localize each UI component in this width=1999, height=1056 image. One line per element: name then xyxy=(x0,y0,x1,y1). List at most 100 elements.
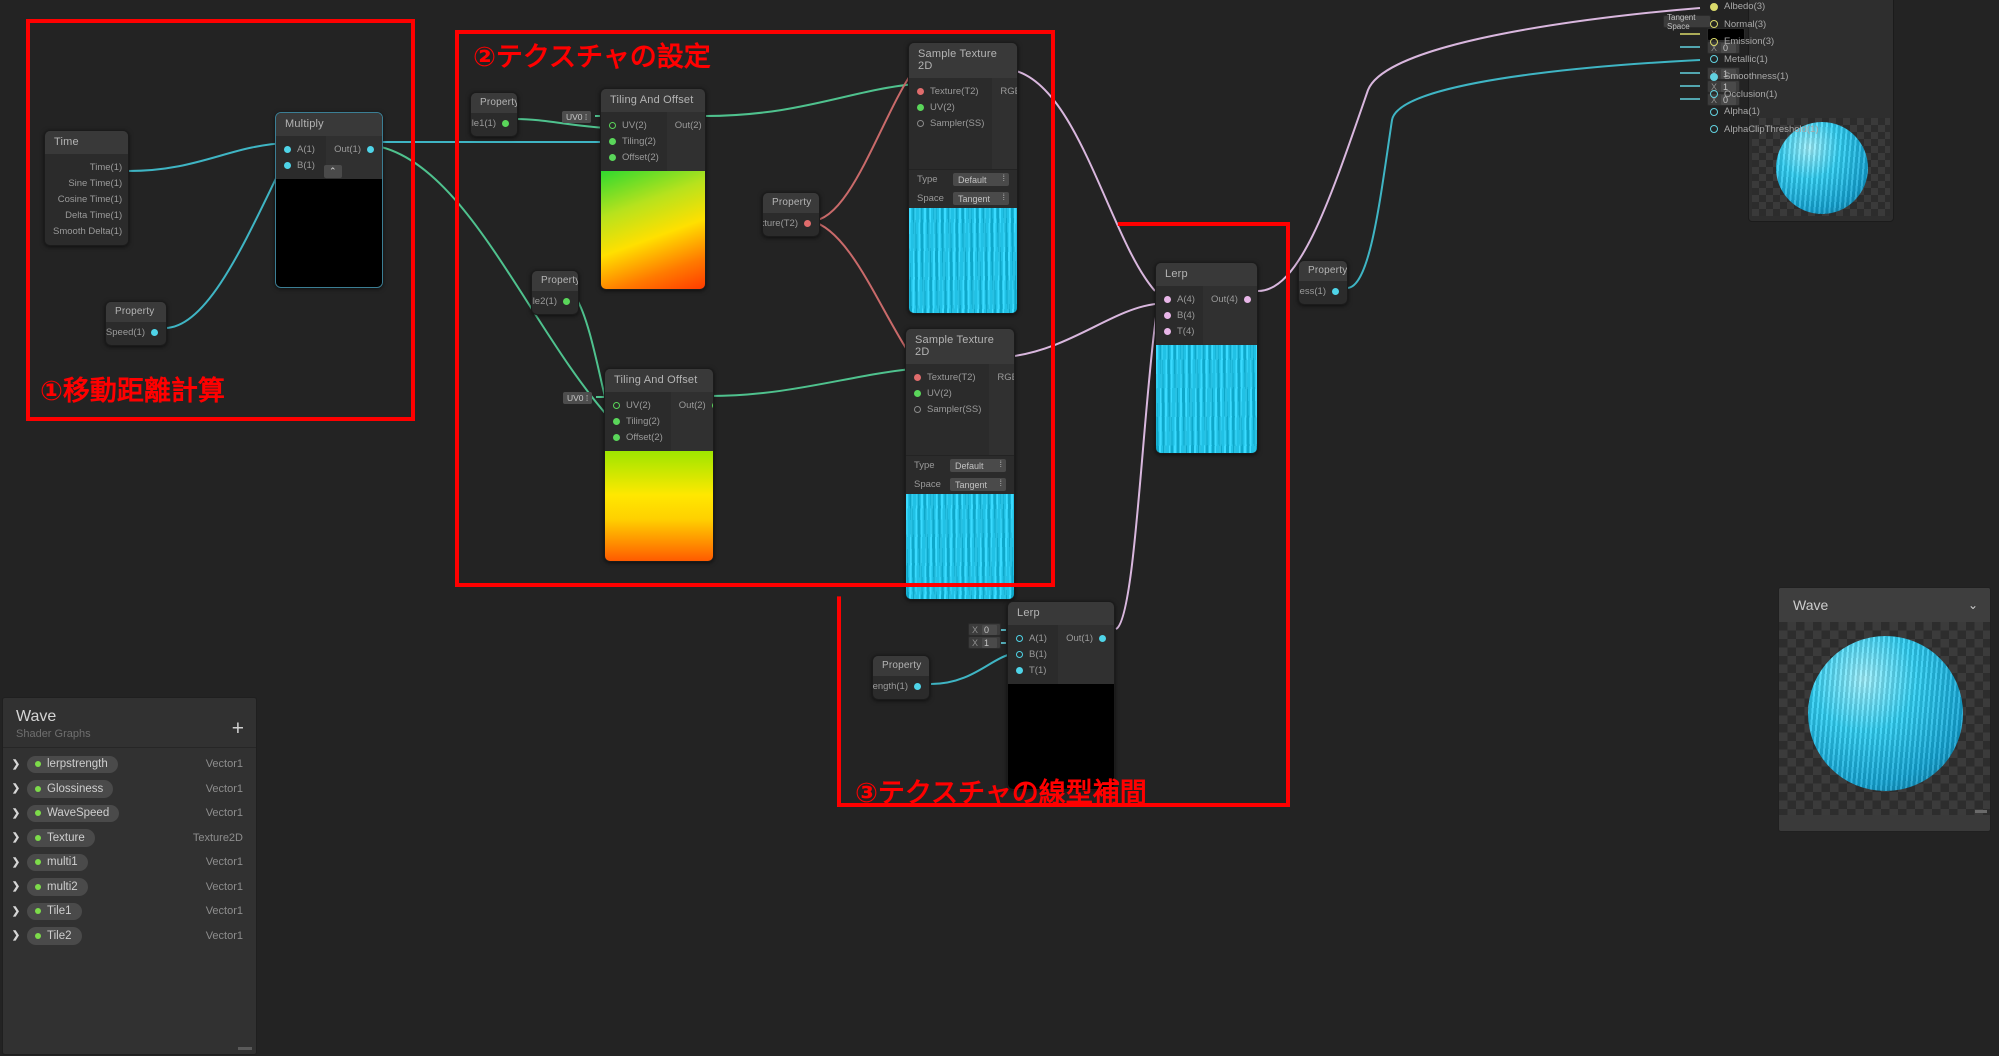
port-lerpstrength-out[interactable]: lerpstrength(1) xyxy=(873,676,929,699)
port-sample1-sampler[interactable]: Sampler(SS) xyxy=(909,115,992,131)
port-lerpmain-b[interactable]: B(4) xyxy=(1156,307,1203,323)
master-port-alpha[interactable]: Alpha(1) xyxy=(1710,103,1922,121)
port-time-out-1[interactable]: Sine Time(1) xyxy=(60,175,128,191)
port-time-out-3[interactable]: Delta Time(1) xyxy=(57,207,128,223)
list-item[interactable]: ❯ Glossiness Vector1 xyxy=(3,777,256,802)
port-time-out-2[interactable]: Cosine Time(1) xyxy=(50,191,128,207)
add-property-button[interactable]: + xyxy=(232,718,244,739)
master-space-dropdown[interactable]: Tangent Space xyxy=(1663,13,1711,31)
master-port-smoothness[interactable]: Smoothness(1) xyxy=(1710,68,1922,86)
property-pill[interactable]: lerpstrength xyxy=(27,755,118,773)
node-sample-texture-2d-2[interactable]: Sample Texture 2D Texture(T2) UV(2) Samp… xyxy=(905,328,1015,600)
type-dropdown[interactable]: Default xyxy=(953,173,1009,186)
port-wavespeed-out[interactable]: WaveSpeed(1) xyxy=(106,322,166,345)
list-item[interactable]: ❯ multi2 Vector1 xyxy=(3,875,256,900)
port-sample1-a[interactable]: A(1) xyxy=(1013,147,1017,163)
uv-channel-chip-1[interactable]: UV0 ⁞ xyxy=(562,111,592,123)
master-node-ports[interactable]: Albedo(3) Normal(3) Emission(3) Metallic… xyxy=(1710,0,1922,138)
port-sample2-uv[interactable]: UV(2) xyxy=(906,385,960,401)
node-sample-texture-2d-1[interactable]: Sample Texture 2D Texture(T2) UV(2) Samp… xyxy=(908,42,1018,314)
expand-caret-icon[interactable]: ❯ xyxy=(11,808,21,819)
master-port-emission[interactable]: Emission(3) xyxy=(1710,33,1922,51)
port-lerpmain-a[interactable]: A(4) xyxy=(1156,291,1203,307)
port-sample2-a[interactable]: A(1) xyxy=(1010,433,1014,449)
port-sample2-sampler[interactable]: Sampler(SS) xyxy=(906,401,989,417)
node-time[interactable]: Time Time(1) Sine Time(1) Cosine Time(1) xyxy=(44,130,129,246)
node-lerp-bottom[interactable]: Lerp A(1) B(1) T(1) Out(1) xyxy=(1007,601,1115,790)
list-item[interactable]: ❯ Tile1 Vector1 xyxy=(3,899,256,924)
sample2-type-row[interactable]: Type Default xyxy=(906,456,1014,475)
blackboard-panel[interactable]: Wave Shader Graphs + ❯ lerpstrength Vect… xyxy=(2,697,257,1055)
uv-channel-chip-2[interactable]: UV0 ⁞ xyxy=(563,392,593,404)
port-sample2-rgba[interactable]: RGBA(4) xyxy=(989,369,1014,385)
port-tiling1-uv[interactable]: UV(2) xyxy=(601,117,655,133)
port-sample1-g[interactable]: G(1) xyxy=(1012,115,1017,131)
main-preview-window[interactable]: Wave ⌄ xyxy=(1778,587,1991,832)
property-pill[interactable]: WaveSpeed xyxy=(27,804,120,822)
port-sample1-r[interactable]: R(1) xyxy=(1012,99,1017,115)
preview-resize-handle[interactable] xyxy=(1975,810,1987,813)
port-tiling2-offset[interactable]: Offset(2) xyxy=(605,429,671,445)
property-node-lerpstrength[interactable]: Property lerpstrength(1) xyxy=(872,655,930,700)
port-multiply-out[interactable]: Out(1) xyxy=(326,141,382,157)
port-lerpbottom-t[interactable]: T(1) xyxy=(1008,662,1054,678)
lerp-bottom-field-b[interactable]: X 1 xyxy=(968,636,1002,649)
master-port-alphaclip[interactable]: AlphaClipThreshold(1) xyxy=(1710,121,1922,139)
field-value[interactable]: 0 xyxy=(982,624,998,635)
expand-caret-icon[interactable]: ❯ xyxy=(11,832,21,843)
port-tiling1-out[interactable]: Out(2) xyxy=(667,117,705,133)
property-node-glossiness[interactable]: Property Glossiness(1) xyxy=(1298,260,1348,305)
list-item[interactable]: ❯ Texture Texture2D xyxy=(3,826,256,851)
port-tiling2-uv[interactable]: UV(2) xyxy=(605,397,659,413)
port-sample1-rgba[interactable]: RGBA(4) xyxy=(992,83,1017,99)
expand-caret-icon[interactable]: ❯ xyxy=(11,783,21,794)
field-value[interactable]: 1 xyxy=(982,637,998,648)
master-port-occlusion[interactable]: Occlusion(1) xyxy=(1710,86,1922,104)
port-glossiness-out[interactable]: Glossiness(1) xyxy=(1299,281,1347,304)
port-tiling1-tiling[interactable]: Tiling(2) xyxy=(601,133,664,149)
list-item[interactable]: ❯ WaveSpeed Vector1 xyxy=(3,801,256,826)
port-lerpbottom-out[interactable]: Out(1) xyxy=(1058,630,1114,646)
property-pill[interactable]: multi2 xyxy=(27,878,88,896)
port-sample2-r[interactable]: R(1) xyxy=(1009,385,1014,401)
port-tile2-out[interactable]: Tile2(1) xyxy=(532,291,578,314)
lerp-bottom-field-a[interactable]: X 0 xyxy=(968,623,1002,636)
preview-viewport[interactable] xyxy=(1779,622,1990,815)
master-port-metallic[interactable]: Metallic(1) xyxy=(1710,51,1922,69)
port-lerpbottom-a[interactable]: A(1) xyxy=(1008,630,1055,646)
port-lerpmain-t[interactable]: T(4) xyxy=(1156,323,1202,339)
multiply-collapse-button[interactable]: ⌃ xyxy=(324,165,342,178)
sample1-type-row[interactable]: Type Default xyxy=(909,170,1017,189)
space-dropdown[interactable]: Tangent xyxy=(950,478,1006,491)
expand-caret-icon[interactable]: ❯ xyxy=(11,906,21,917)
property-node-tile2[interactable]: Property Tile2(1) xyxy=(531,270,579,315)
list-item[interactable]: ❯ lerpstrength Vector1 xyxy=(3,752,256,777)
port-multiply-b[interactable]: B(1) xyxy=(276,157,323,173)
port-texture-out[interactable]: Texture(T2) xyxy=(763,213,819,236)
port-time-out-0[interactable]: Time(1) xyxy=(82,159,128,175)
sample2-space-row[interactable]: Space Tangent xyxy=(906,475,1014,494)
list-item[interactable]: ❯ multi1 Vector1 xyxy=(3,850,256,875)
node-tiling-and-offset-2[interactable]: Tiling And Offset UV(2) Tiling(2) Offset… xyxy=(604,368,714,562)
port-tiling1-offset[interactable]: Offset(2) xyxy=(601,149,667,165)
expand-caret-icon[interactable]: ❯ xyxy=(11,759,21,770)
property-node-tile1[interactable]: Property Tile1(1) xyxy=(470,92,518,137)
port-sample2-g[interactable]: G(1) xyxy=(1009,401,1014,417)
node-tiling-and-offset-1[interactable]: Tiling And Offset UV(2) Tiling(2) Offset… xyxy=(600,88,706,290)
blackboard-resize-handle[interactable] xyxy=(238,1047,252,1050)
port-sample2-b[interactable]: B(1) xyxy=(1010,417,1014,433)
preview-header[interactable]: Wave ⌄ xyxy=(1779,588,1990,622)
space-dropdown[interactable]: Tangent xyxy=(953,192,1009,205)
property-pill[interactable]: Glossiness xyxy=(27,780,114,798)
expand-caret-icon[interactable]: ❯ xyxy=(11,881,21,892)
port-sample1-texture[interactable]: Texture(T2) xyxy=(909,83,987,99)
port-sample1-uv[interactable]: UV(2) xyxy=(909,99,963,115)
port-lerpbottom-b[interactable]: B(1) xyxy=(1008,646,1055,662)
property-pill[interactable]: Tile1 xyxy=(27,902,82,920)
port-sample2-texture[interactable]: Texture(T2) xyxy=(906,369,984,385)
property-pill[interactable]: Texture xyxy=(27,829,95,847)
graph-canvas[interactable]: Time Time(1) Sine Time(1) Cosine Time(1) xyxy=(0,0,1999,1056)
type-dropdown[interactable]: Default xyxy=(950,459,1006,472)
port-sample1-b[interactable]: B(1) xyxy=(1013,131,1017,147)
property-pill[interactable]: Tile2 xyxy=(27,927,82,945)
